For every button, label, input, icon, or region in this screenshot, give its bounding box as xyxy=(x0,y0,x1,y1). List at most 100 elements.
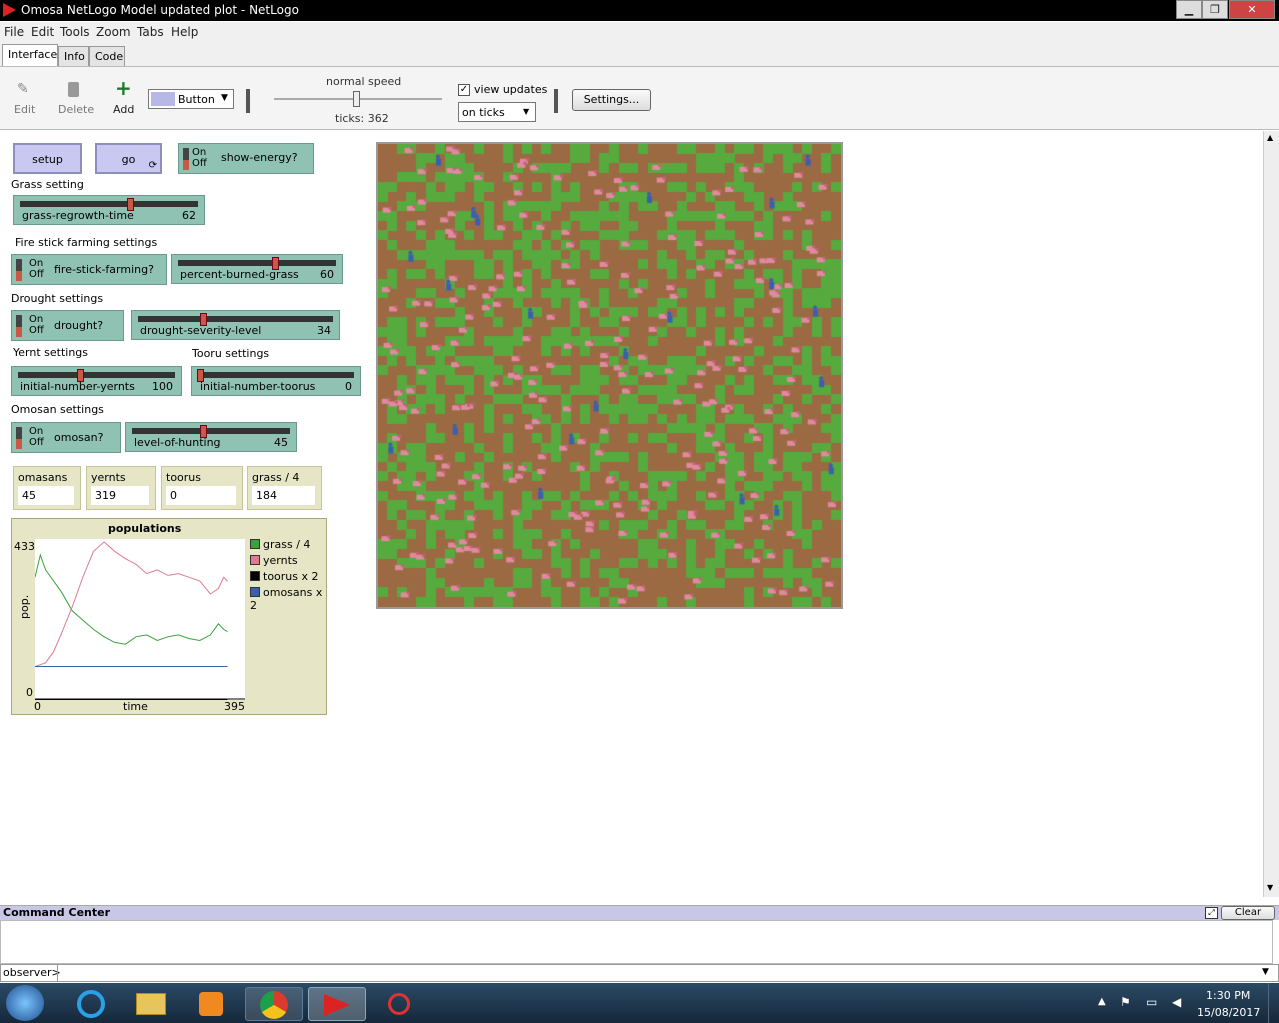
legend-grass: grass / 4 xyxy=(250,538,310,551)
switch-on-label: On xyxy=(29,426,44,437)
title-bar: Omosa NetLogo Model updated plot - NetLo… xyxy=(0,0,1279,21)
legend-toorus: toorus x 2 xyxy=(250,570,319,583)
slider-label: grass-regrowth-time xyxy=(22,209,134,222)
maximize-button[interactable]: ❐ xyxy=(1202,0,1228,19)
fire-stick-switch[interactable]: On Off fire-stick-farming? xyxy=(11,254,167,285)
slider-track[interactable] xyxy=(178,260,336,266)
menu-tabs[interactable]: Tabs xyxy=(137,25,164,39)
explorer-icon[interactable] xyxy=(122,987,180,1021)
populations-plot: populations 433 0 pop. 0 time 395 grass … xyxy=(11,518,327,715)
switch-off-label: Off xyxy=(192,158,207,169)
plot-title: populations xyxy=(108,522,182,535)
legend-label: omosans x 2 xyxy=(250,586,323,612)
switch-toggle[interactable] xyxy=(16,315,22,337)
percent-burned-slider[interactable]: percent-burned-grass 60 xyxy=(171,254,343,284)
volume-icon[interactable]: ◀ xyxy=(1172,995,1181,1009)
legend-omosans: omosans x 2 xyxy=(250,586,326,612)
switch-name: show-energy? xyxy=(221,151,298,164)
menu-file[interactable]: File xyxy=(4,25,24,39)
switch-off-label: Off xyxy=(29,437,44,448)
setup-button[interactable]: setup xyxy=(13,143,82,174)
tab-info[interactable]: Info xyxy=(58,46,89,66)
expand-icon[interactable]: ⤢ xyxy=(1205,907,1218,919)
clear-button[interactable]: Clear xyxy=(1221,906,1275,920)
show-energy-switch[interactable]: On Off show-energy? xyxy=(178,143,314,174)
legend-swatch xyxy=(250,555,260,565)
scroll-down-icon[interactable]: ▼ xyxy=(1267,883,1273,892)
monitor-label: grass / 4 xyxy=(252,471,300,484)
switch-toggle[interactable] xyxy=(16,259,22,281)
switch-toggle[interactable] xyxy=(16,427,22,449)
update-mode-select[interactable]: on ticks ▼ xyxy=(458,102,536,122)
command-center-header: Command Center ⤢ Clear xyxy=(0,905,1279,920)
slider-track[interactable] xyxy=(132,428,290,434)
show-desktop-button[interactable] xyxy=(1268,983,1279,1023)
tooru-settings-note: Tooru settings xyxy=(192,347,270,360)
add-button[interactable]: Add xyxy=(113,103,134,116)
monitor-label: omasans xyxy=(18,471,68,484)
network-icon[interactable]: ▭ xyxy=(1146,995,1157,1009)
yernt-settings-note: Yernt settings xyxy=(13,346,89,359)
world-view[interactable] xyxy=(376,142,843,609)
y-tick-min: 0 xyxy=(26,686,33,699)
monitor-yernts: yernts 319 xyxy=(86,466,156,510)
scroll-up-icon[interactable]: ▲ xyxy=(1267,133,1273,142)
monitor-value: 45 xyxy=(18,486,74,505)
command-center-title: Command Center xyxy=(3,906,111,919)
ie-icon[interactable] xyxy=(62,987,120,1021)
slider-track[interactable] xyxy=(198,372,354,378)
chevron-down-icon: ▼ xyxy=(221,93,228,103)
interface-scrollbar[interactable]: ▲ ▼ xyxy=(1263,131,1279,897)
slider-track[interactable] xyxy=(138,316,333,322)
update-mode-value: on ticks xyxy=(462,106,505,119)
drought-switch[interactable]: On Off drought? xyxy=(11,310,124,341)
omosan-switch[interactable]: On Off omosan? xyxy=(11,422,121,453)
snipping-tool-icon[interactable] xyxy=(370,987,428,1021)
menu-edit[interactable]: Edit xyxy=(31,25,54,39)
netlogo-taskbar-icon[interactable] xyxy=(308,987,366,1021)
clock-time[interactable]: 1:30 PM xyxy=(1206,989,1250,1002)
observer-prompt[interactable]: observer> xyxy=(3,966,61,979)
tab-code[interactable]: Code xyxy=(89,46,125,66)
monitor-value: 319 xyxy=(91,486,149,505)
world-canvas[interactable] xyxy=(378,144,841,607)
command-input[interactable] xyxy=(57,965,1257,981)
view-updates-checkbox[interactable]: ✓ xyxy=(458,84,470,96)
tray-arrow-icon[interactable]: ▲ xyxy=(1098,996,1106,1007)
media-player-icon[interactable] xyxy=(182,987,240,1021)
legend-label: grass / 4 xyxy=(263,538,311,551)
switch-off-label: Off xyxy=(29,269,44,280)
y-axis-label: pop. xyxy=(18,594,31,619)
menu-zoom[interactable]: Zoom xyxy=(96,25,131,39)
widget-type-select[interactable]: Button ▼ xyxy=(148,89,234,109)
speed-slider-thumb[interactable] xyxy=(353,91,360,107)
speed-label: normal speed xyxy=(326,75,402,88)
delete-button[interactable]: Delete xyxy=(58,103,94,116)
close-button[interactable]: ✕ xyxy=(1229,0,1275,19)
slider-value: 60 xyxy=(320,268,334,281)
widget-type-value: Button xyxy=(178,93,215,106)
clock-date[interactable]: 15/08/2017 xyxy=(1197,1006,1260,1019)
start-button[interactable] xyxy=(6,985,44,1021)
go-button[interactable]: go ⟳ xyxy=(95,143,162,174)
tab-interface[interactable]: Interface xyxy=(2,44,58,66)
menu-tools[interactable]: Tools xyxy=(60,25,90,39)
flag-icon[interactable]: ⚑ xyxy=(1120,995,1131,1009)
drought-severity-slider[interactable]: drought-severity-level 34 xyxy=(131,310,340,340)
chrome-icon[interactable] xyxy=(245,987,303,1021)
minimize-button[interactable]: ▁ xyxy=(1176,0,1202,19)
switch-toggle[interactable] xyxy=(183,148,189,170)
slider-track[interactable] xyxy=(20,201,198,207)
chevron-down-icon[interactable]: ▼ xyxy=(1262,967,1269,977)
grass-regrowth-slider[interactable]: grass-regrowth-time 62 xyxy=(13,195,205,225)
slider-track[interactable] xyxy=(18,372,175,378)
edit-button[interactable]: Edit xyxy=(14,103,35,116)
menu-help[interactable]: Help xyxy=(171,25,198,39)
hunting-slider[interactable]: level-of-hunting 45 xyxy=(125,422,297,452)
initial-toorus-slider[interactable]: initial-number-toorus 0 xyxy=(191,366,361,396)
initial-yernts-slider[interactable]: initial-number-yernts 100 xyxy=(11,366,182,396)
command-input-row[interactable]: observer> ▼ xyxy=(0,964,1279,982)
plus-icon: + xyxy=(115,76,132,100)
monitor-label: toorus xyxy=(166,471,201,484)
settings-button[interactable]: Settings... xyxy=(572,89,651,111)
